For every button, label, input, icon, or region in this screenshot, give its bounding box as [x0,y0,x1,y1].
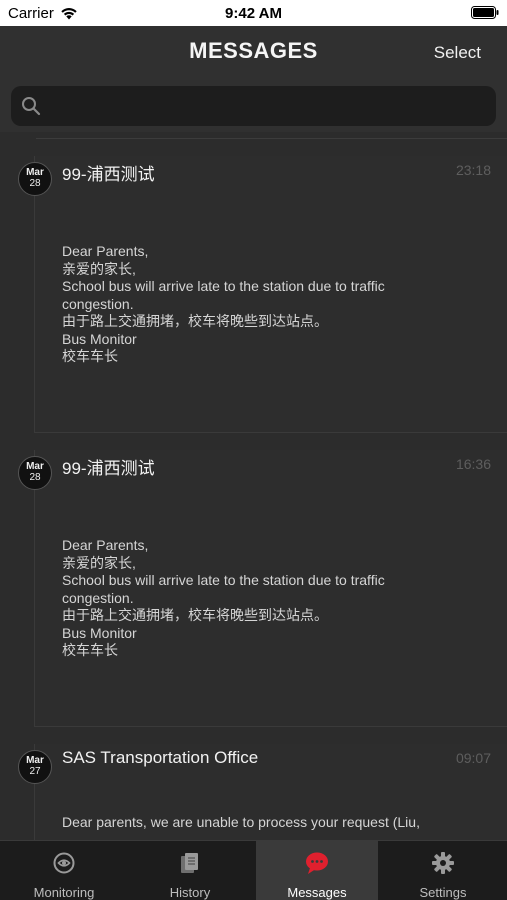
date-day: 27 [29,766,41,777]
message-line: School bus will arrive late to the stati… [62,278,385,294]
message-item[interactable]: Mar 27 SAS Transportation Office 09:07 D… [0,744,507,840]
message-line: Dear Parents, [62,243,149,259]
message-line: 校车车长 [62,642,118,658]
message-body: Dear Parents, 亲爱的家长, School bus will arr… [62,537,482,660]
message-line: congestion. [62,589,134,606]
date-badge: Mar 27 [18,750,52,784]
message-body: Dear parents, we are unable to process y… [62,814,482,832]
date-month: Mar [26,461,44,472]
tab-label: Settings [419,885,467,900]
message-line: congestion. [62,295,134,312]
tab-label: History [169,885,211,900]
monitoring-icon [3,851,125,880]
message-line: Bus Monitor [62,330,137,347]
message-body: Dear Parents, 亲爱的家长, School bus will arr… [62,243,482,366]
page-title: MESSAGES [189,38,318,63]
message-item[interactable]: Mar 28 99-浦西测试 23:18 Dear Parents, 亲爱的家长… [0,156,507,433]
select-button[interactable]: Select [434,43,481,63]
navigation-bar: MESSAGES Select [0,26,507,80]
message-line: 由于路上交通拥堵，校车将晚些到达站点。 [62,607,328,623]
search-input[interactable] [49,86,493,128]
tab-bar: Monitoring History Messages Settings [0,840,507,900]
tab-messages[interactable]: Messages [256,841,378,900]
previous-card-edge [36,132,507,139]
message-line: 由于路上交通拥堵，校车将晚些到达站点。 [62,313,328,329]
message-line: School bus will arrive late to the stati… [62,572,385,588]
date-day: 28 [29,178,41,189]
app-screen: Carrier 9:42 AM MESSAGES Select Mar 28 9… [0,0,507,900]
tab-history[interactable]: History [129,841,251,900]
message-time: 16:36 [455,456,491,472]
date-month: Mar [26,755,44,766]
tab-monitoring[interactable]: Monitoring [3,841,125,900]
message-line: 亲爱的家长, [62,554,136,571]
history-icon [129,851,251,880]
tab-label: Messages [287,885,347,900]
search-bar [0,80,507,132]
message-item[interactable]: Mar 28 99-浦西测试 16:36 Dear Parents, 亲爱的家长… [0,450,507,727]
message-title: SAS Transportation Office [62,748,259,767]
date-badge: Mar 28 [18,162,52,196]
message-time: 09:07 [455,750,491,766]
message-line: 校车车长 [62,348,118,364]
clock: 9:42 AM [225,5,282,22]
message-line: Dear Parents, [62,537,149,553]
status-bar: Carrier 9:42 AM [0,0,507,26]
message-line: 亲爱的家长, [62,260,136,277]
date-month: Mar [26,167,44,178]
search-field[interactable] [11,86,496,128]
date-badge: Mar 28 [18,456,52,490]
message-title: 99-浦西测试 [62,165,155,184]
tab-label: Monitoring [33,885,95,900]
search-icon [21,96,41,121]
date-day: 28 [29,472,41,483]
gear-icon [382,851,504,880]
battery-icon [471,6,499,23]
message-line: Dear parents, we are unable to process y… [62,814,420,830]
message-time: 23:18 [455,162,491,178]
message-list[interactable]: Mar 28 99-浦西测试 23:18 Dear Parents, 亲爱的家长… [0,132,507,840]
tab-settings[interactable]: Settings [382,841,504,900]
message-line: Bus Monitor [62,624,137,641]
message-title: 99-浦西测试 [62,459,155,478]
messages-icon [256,851,378,880]
